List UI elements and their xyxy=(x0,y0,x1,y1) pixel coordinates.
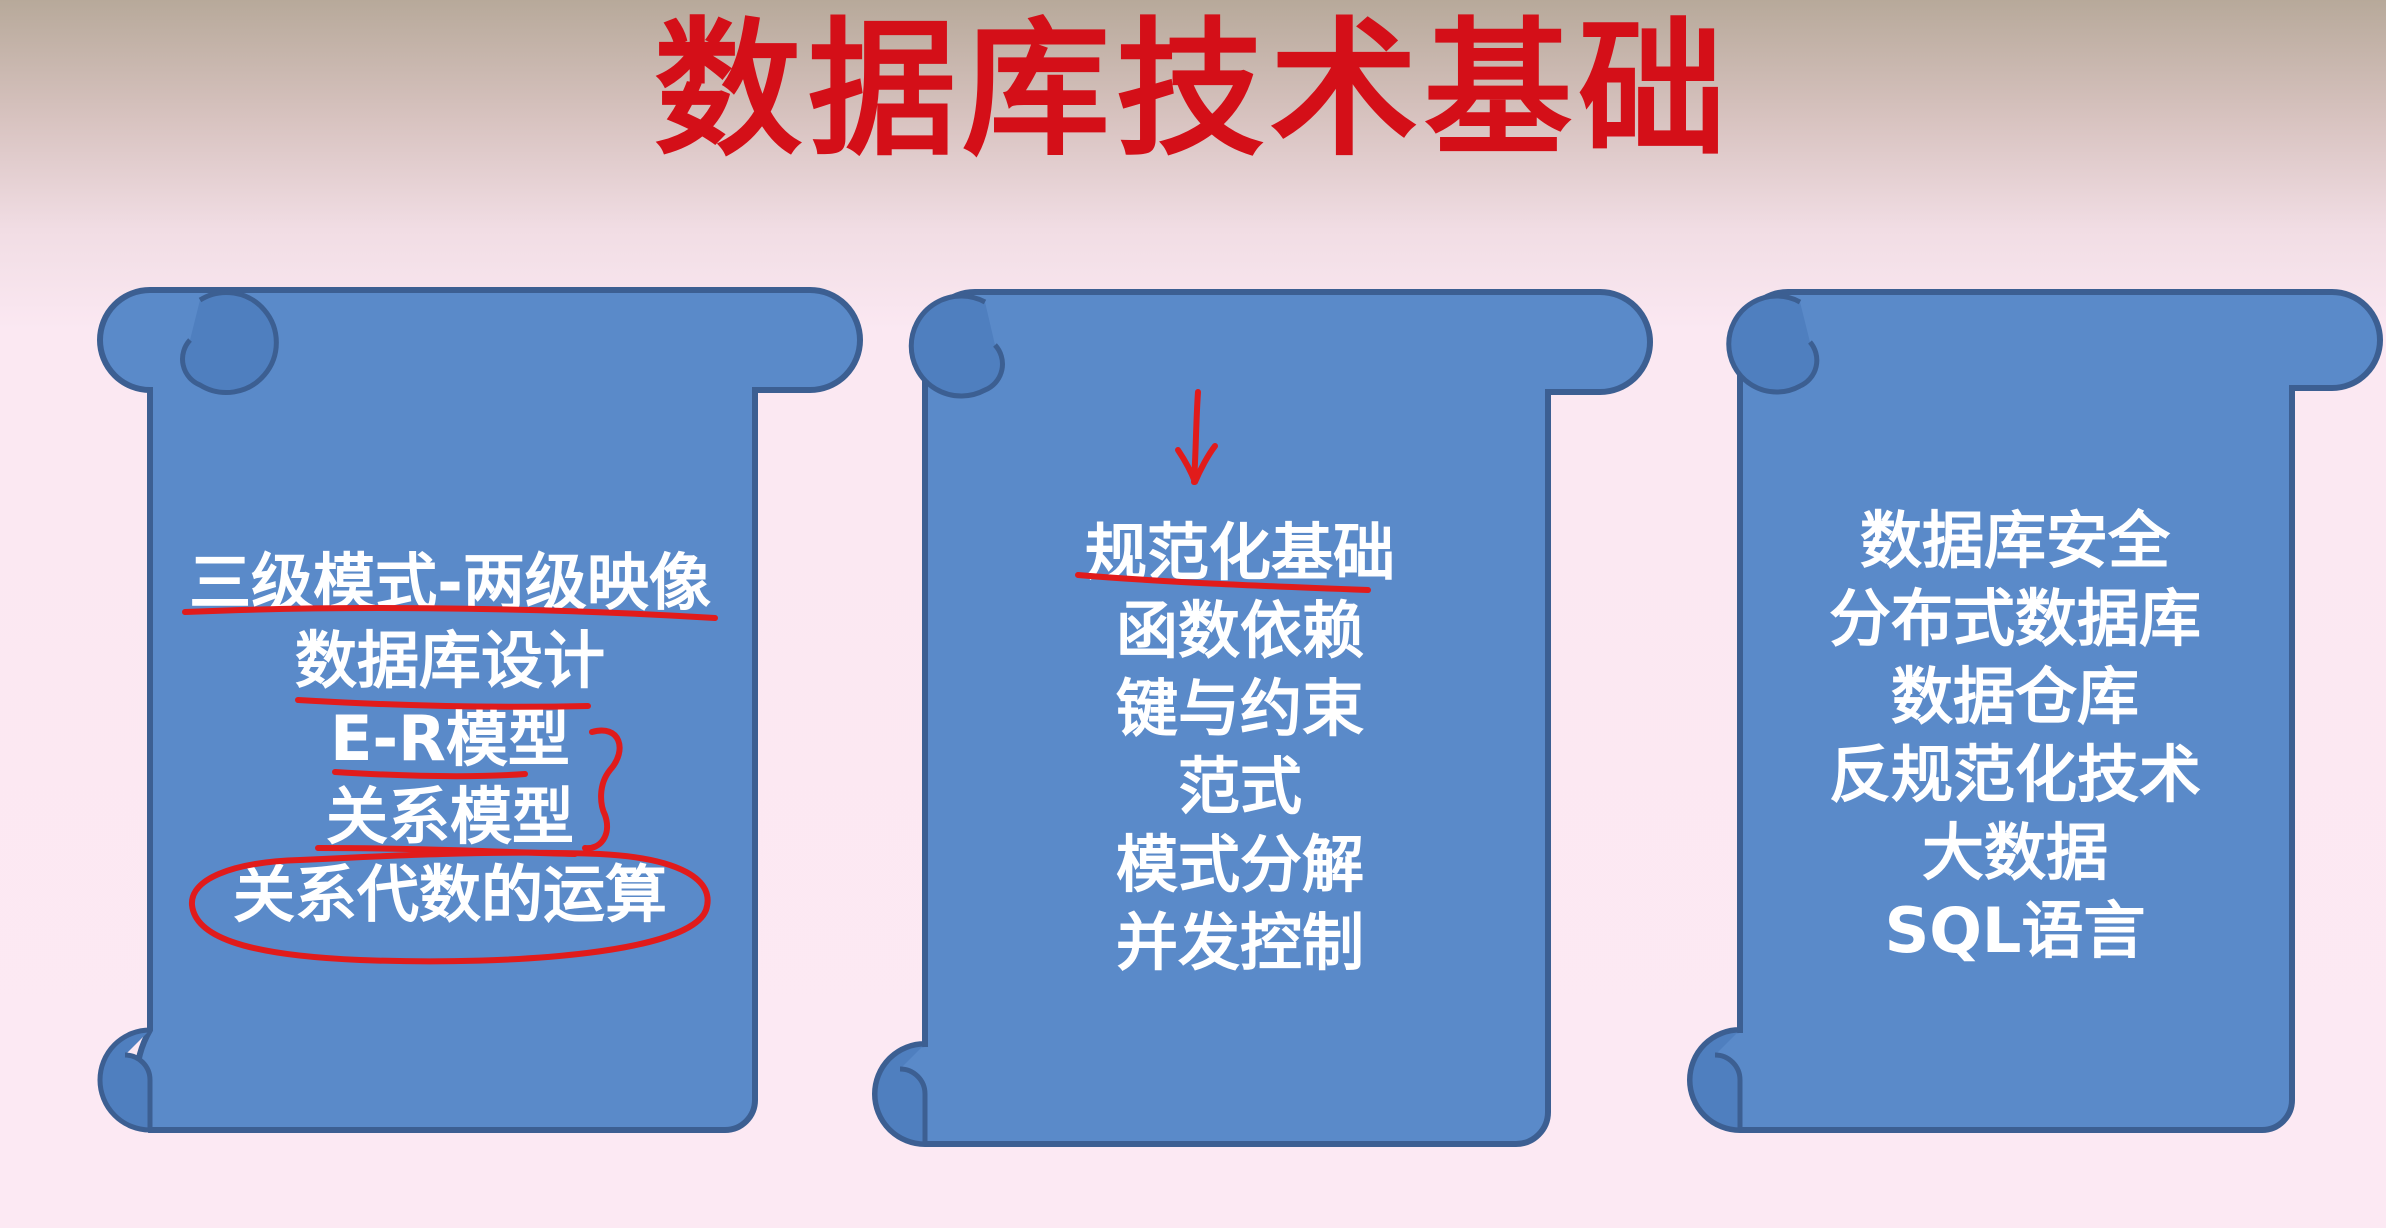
item-distributed-database: 分布式数据库 xyxy=(1828,582,2201,655)
item-denormalization: 反规范化技术 xyxy=(1828,738,2201,811)
item-data-warehouse: 数据仓库 xyxy=(1890,660,2139,733)
scroll-3-items: 数据库安全 分布式数据库 数据仓库 反规范化技术 大数据 SQL语言 xyxy=(1770,502,2260,970)
item-database-security: 数据库安全 xyxy=(1859,504,2170,577)
item-sql-language: SQL语言 xyxy=(1884,894,2146,967)
item-big-data: 大数据 xyxy=(1921,816,2108,889)
